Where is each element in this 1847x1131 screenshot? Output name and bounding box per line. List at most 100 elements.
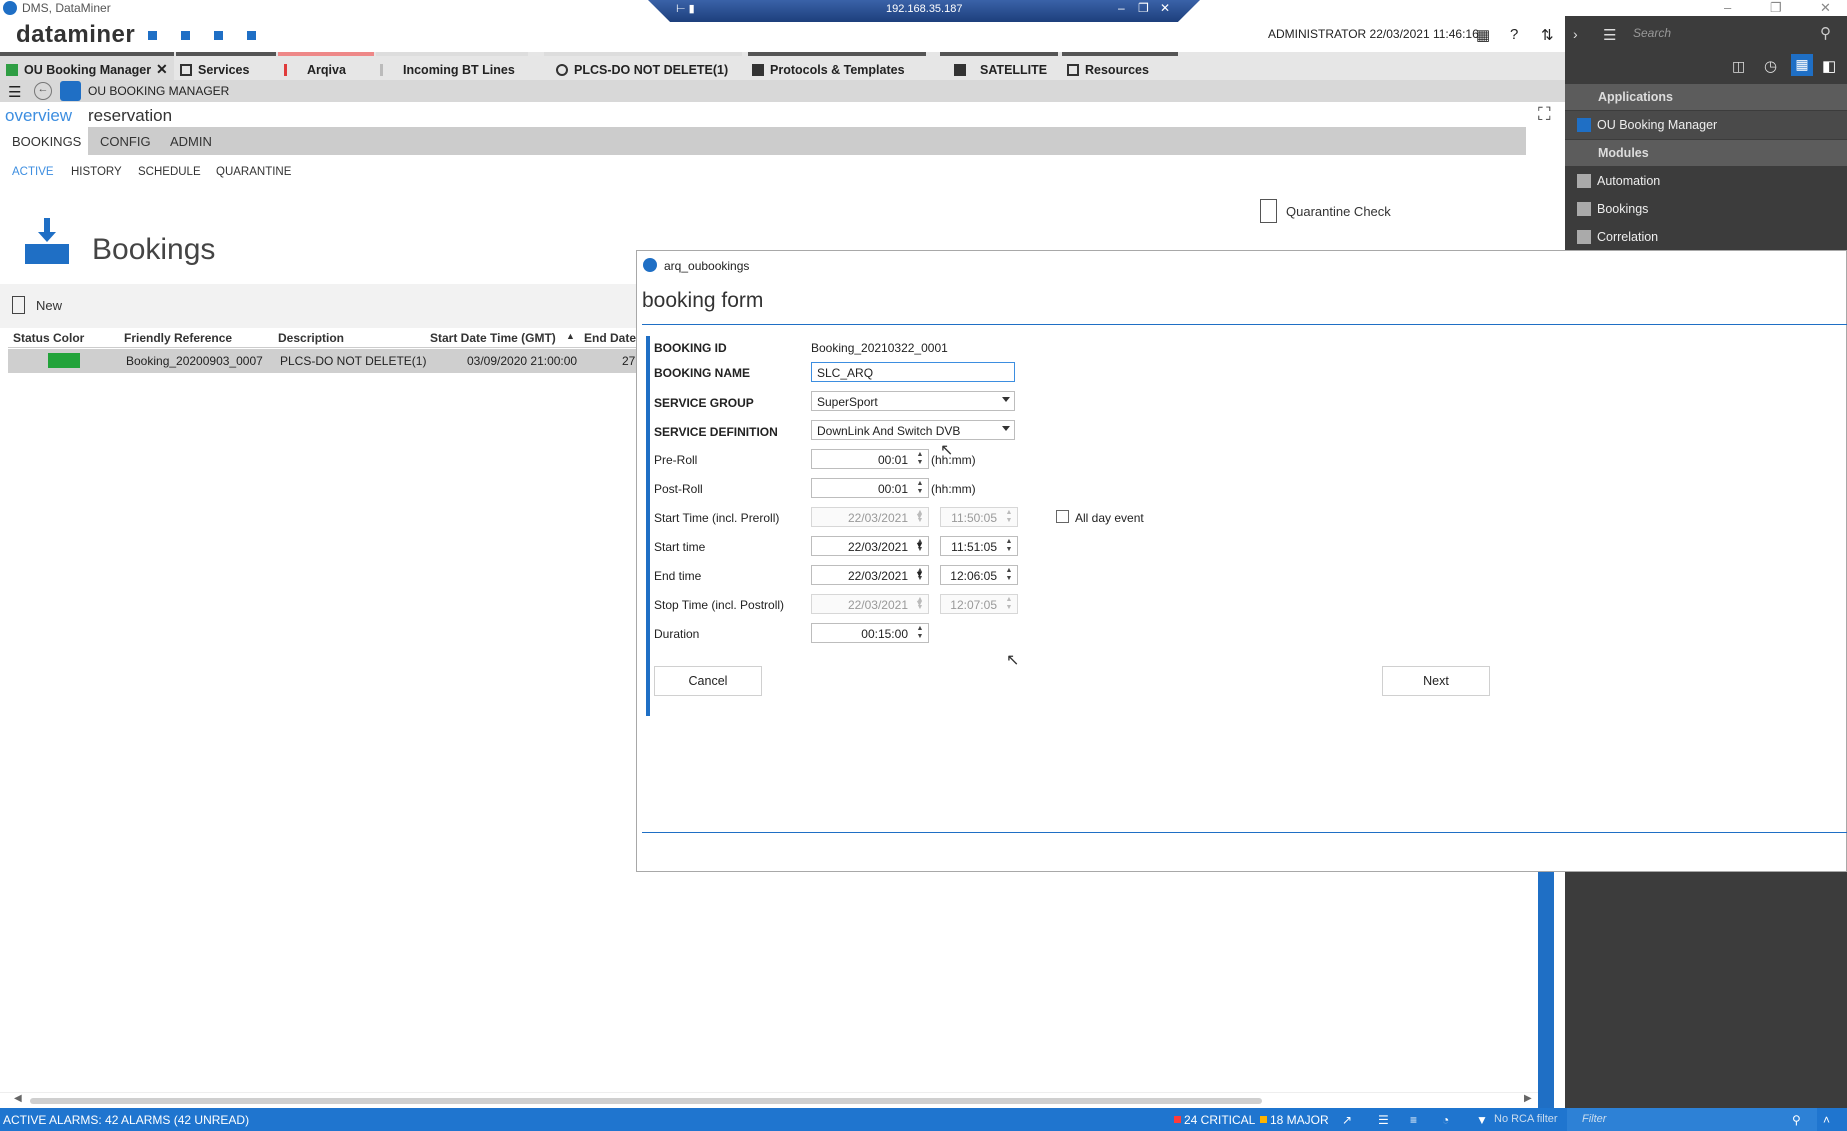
sort-icon[interactable]: ≡ bbox=[1410, 1113, 1417, 1127]
protocols-icon bbox=[752, 64, 764, 76]
sidebar-item-correlation[interactable]: Correlation bbox=[1565, 223, 1847, 251]
post-roll-field[interactable]: 00:01 ▲ ▼ bbox=[811, 478, 929, 498]
alarm-filter-placeholder: Filter bbox=[1582, 1113, 1607, 1125]
duration-field[interactable]: 00:15:00 ▲ ▼ bbox=[811, 623, 929, 643]
pin-panel-icon[interactable]: ◫ bbox=[1732, 58, 1745, 75]
stepper-icon[interactable]: ▲ ▼ bbox=[913, 480, 927, 496]
tab-ou-booking-manager[interactable]: OU Booking Manager ✕ bbox=[0, 52, 174, 80]
restore-icon[interactable]: ❐ bbox=[1770, 0, 1782, 16]
nav-dot-2[interactable] bbox=[181, 31, 190, 40]
modules-section[interactable]: Modules bbox=[1565, 140, 1847, 166]
service-definition-select[interactable]: DownLink And Switch DVB bbox=[811, 420, 1015, 440]
collapse-sidebar-icon[interactable]: › bbox=[1573, 26, 1578, 42]
remote-close-icon[interactable]: ✕ bbox=[1160, 1, 1170, 15]
brand-logo: dataminer bbox=[16, 21, 136, 48]
filter-search-icon[interactable]: ⚲ bbox=[1792, 1113, 1801, 1127]
remote-minimize-icon[interactable]: – bbox=[1118, 1, 1125, 15]
all-day-checkbox[interactable] bbox=[1056, 510, 1069, 523]
scrollbar-thumb[interactable] bbox=[30, 1098, 1262, 1104]
new-booking-button[interactable]: New bbox=[36, 298, 62, 313]
cancel-button[interactable]: Cancel bbox=[654, 666, 762, 696]
tab-incoming-bt-lines[interactable]: Incoming BT Lines bbox=[376, 52, 528, 80]
end-date-field[interactable]: 22/03/2021 ▲ ▼ bbox=[811, 565, 929, 585]
history-icon[interactable]: ◷ bbox=[1764, 57, 1777, 75]
active-alarms-status[interactable]: ACTIVE ALARMS: 42 ALARMS (42 UNREAD) bbox=[3, 1113, 249, 1127]
stepper-icon[interactable]: ▲ ▼ bbox=[913, 451, 927, 467]
end-time-field[interactable]: 12:06:05 ▲ ▼ bbox=[940, 565, 1018, 585]
hamburger-menu-icon[interactable]: ☰ bbox=[8, 83, 21, 101]
grid-view-icon[interactable]: ▦ bbox=[1791, 54, 1813, 76]
trend-icon[interactable]: ↗ bbox=[1342, 1113, 1352, 1127]
sidebar-search-input[interactable]: Search bbox=[1633, 26, 1815, 46]
tab-bookings[interactable]: BOOKINGS bbox=[12, 134, 81, 149]
stepper-icon[interactable]: ▲ ▼ bbox=[1002, 567, 1016, 583]
sidebar-item-bookings[interactable]: Bookings bbox=[1565, 195, 1847, 223]
horizontal-scrollbar[interactable]: ◀ ▶ bbox=[0, 1092, 1538, 1108]
cell-end: 27 bbox=[622, 354, 636, 368]
subtab-quarantine[interactable]: QUARANTINE bbox=[216, 166, 291, 178]
booking-app-icon bbox=[60, 81, 81, 101]
calendar-dropdown-icon: ▼ bbox=[915, 511, 924, 521]
tab-satellite[interactable]: SATELLITE bbox=[940, 52, 1058, 80]
major-count[interactable]: 18 MAJOR bbox=[1270, 1113, 1329, 1127]
applications-section[interactable]: Applications bbox=[1565, 84, 1847, 110]
expand-up-icon[interactable]: ˄ bbox=[1823, 1113, 1830, 1127]
pie-chart-icon[interactable]: ◔ bbox=[1442, 1113, 1449, 1127]
remote-restore-icon[interactable]: ❐ bbox=[1138, 1, 1149, 15]
start-time-field[interactable]: 11:51:05 ▲ ▼ bbox=[940, 536, 1018, 556]
sidebar-item-automation[interactable]: Automation bbox=[1565, 167, 1847, 195]
tab-admin[interactable]: ADMIN bbox=[170, 134, 212, 149]
tab-protocols-templates[interactable]: Protocols & Templates bbox=[748, 52, 926, 80]
calendar-dropdown-icon[interactable]: ▼ bbox=[915, 540, 924, 550]
pre-roll-field[interactable]: 00:01 ▲ ▼ bbox=[811, 449, 929, 469]
list-icon[interactable]: ☰ bbox=[1378, 1113, 1389, 1127]
fullscreen-icon[interactable]: ⛶ bbox=[1538, 104, 1551, 125]
close-tab-icon[interactable]: ✕ bbox=[156, 61, 168, 78]
panel-view-icon[interactable]: ◧ bbox=[1822, 57, 1836, 75]
tab-config[interactable]: CONFIG bbox=[100, 134, 151, 149]
subtab-history[interactable]: HISTORY bbox=[71, 166, 122, 178]
scroll-right-icon[interactable]: ▶ bbox=[1524, 1093, 1532, 1104]
calendar-dropdown-icon[interactable]: ▼ bbox=[915, 569, 924, 579]
scroll-left-icon[interactable]: ◀ bbox=[14, 1093, 22, 1104]
nav-dot-3[interactable] bbox=[214, 31, 223, 40]
help-icon[interactable]: ? bbox=[1510, 26, 1518, 43]
sidebar-item-ou-booking-manager[interactable]: OU Booking Manager bbox=[1565, 111, 1847, 139]
sort-asc-icon[interactable]: ▲ bbox=[566, 331, 575, 341]
rca-filter[interactable]: No RCA filter bbox=[1494, 1113, 1558, 1125]
service-group-select[interactable]: SuperSport bbox=[811, 391, 1015, 411]
booking-id-label: BOOKING ID bbox=[654, 341, 727, 355]
tab-services[interactable]: Services bbox=[176, 52, 276, 80]
booking-name-field[interactable]: SLC_ARQ bbox=[811, 362, 1015, 382]
col-description[interactable]: Description bbox=[278, 331, 344, 345]
tab-resources[interactable]: Resources bbox=[1062, 52, 1178, 80]
stepper-icon[interactable]: ▲ ▼ bbox=[913, 625, 927, 641]
tab-plcs[interactable]: PLCS-DO NOT DELETE(1) bbox=[544, 52, 742, 80]
nav-dot-1[interactable] bbox=[148, 31, 157, 40]
filter-icon[interactable]: ▼ bbox=[1476, 1113, 1488, 1127]
subtab-schedule[interactable]: SCHEDULE bbox=[138, 166, 201, 178]
search-icon[interactable]: ⚲ bbox=[1820, 24, 1831, 42]
back-icon[interactable]: ← bbox=[34, 82, 52, 100]
table-row[interactable]: Booking_20200903_0007 PLCS-DO NOT DELETE… bbox=[8, 349, 640, 373]
minimize-icon[interactable]: – bbox=[1724, 0, 1731, 15]
apps-grid-icon[interactable]: ▦ bbox=[1476, 26, 1490, 44]
quarantine-check-button[interactable]: Quarantine Check bbox=[1286, 204, 1391, 219]
nav-dot-4[interactable] bbox=[247, 31, 256, 40]
start-date-field[interactable]: 22/03/2021 ▲ ▼ bbox=[811, 536, 929, 556]
pin-icon[interactable]: ⊢ ▮ bbox=[676, 2, 695, 15]
tab-reservation[interactable]: reservation bbox=[88, 106, 172, 126]
col-friendly-reference[interactable]: Friendly Reference bbox=[124, 331, 232, 345]
sidebar-menu-icon[interactable]: ☰ bbox=[1603, 26, 1616, 44]
col-status-color[interactable]: Status Color bbox=[13, 331, 84, 345]
col-end-date[interactable]: End Date bbox=[584, 331, 636, 345]
sync-icon[interactable]: ⇅ bbox=[1541, 26, 1554, 44]
critical-count[interactable]: 24 CRITICAL bbox=[1184, 1113, 1255, 1127]
close-window-icon[interactable]: ✕ bbox=[1820, 0, 1831, 16]
col-start-date-time[interactable]: Start Date Time (GMT) bbox=[430, 331, 556, 345]
tab-arqiva[interactable]: Arqiva bbox=[278, 52, 374, 80]
next-button[interactable]: Next bbox=[1382, 666, 1490, 696]
subtab-active[interactable]: ACTIVE bbox=[12, 166, 54, 178]
tab-overview[interactable]: overview bbox=[5, 106, 72, 126]
stepper-icon[interactable]: ▲ ▼ bbox=[1002, 538, 1016, 554]
